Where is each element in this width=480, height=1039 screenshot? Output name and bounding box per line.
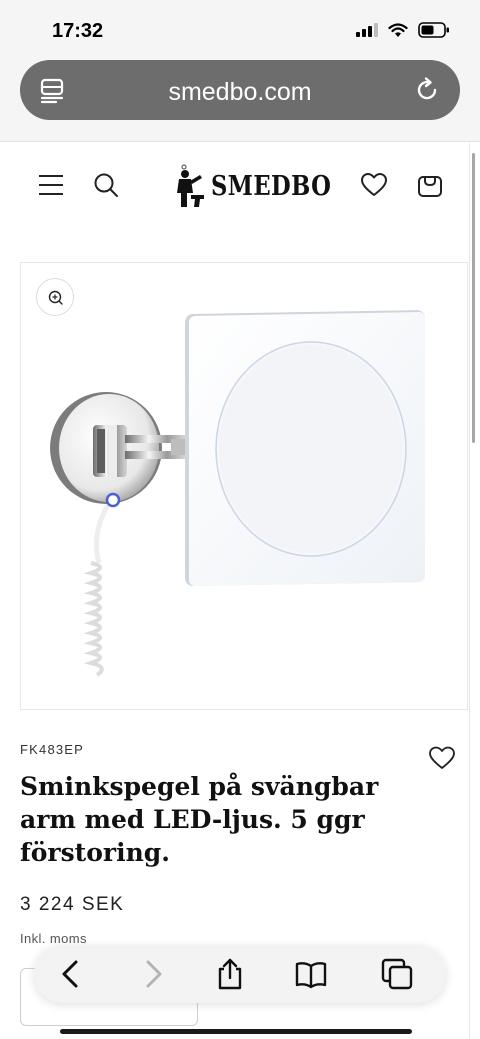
site-logo[interactable]: SMEDBO	[175, 163, 354, 209]
search-icon[interactable]	[92, 171, 120, 199]
tabs-icon[interactable]	[380, 957, 414, 991]
status-time: 17:32	[52, 20, 104, 42]
browser-top-bar: smedbo.com	[0, 56, 480, 142]
share-icon[interactable]	[213, 957, 247, 991]
book-icon[interactable]	[294, 957, 328, 991]
logo-text: SMEDBO	[211, 170, 332, 202]
home-indicator[interactable]	[60, 1029, 412, 1034]
web-page: SMEDBO FK483EP Sminkspegel på svängbar a…	[0, 143, 480, 1039]
vat-note: Inkl. moms	[20, 931, 87, 946]
signal-icon	[356, 23, 378, 37]
reload-icon[interactable]	[412, 75, 442, 105]
product-price: 3 224 SEK	[20, 894, 125, 915]
bag-icon[interactable]	[416, 171, 444, 199]
status-icons	[356, 22, 450, 38]
product-title-line: förstoring.	[20, 838, 170, 867]
wifi-icon	[388, 22, 408, 37]
heart-icon[interactable]	[428, 745, 456, 771]
product-title: Sminkspegel på svängbar arm med LED-ljus…	[20, 770, 380, 869]
chevron-left-icon[interactable]	[54, 957, 88, 991]
address-bar[interactable]: smedbo.com	[20, 60, 460, 120]
product-title-line: arm med LED-ljus. 5 ggr	[20, 805, 365, 834]
product-title-line: Sminkspegel på svängbar	[20, 772, 379, 801]
page-edge-line	[469, 143, 470, 1039]
url-text[interactable]: smedbo.com	[20, 78, 460, 107]
menu-icon[interactable]	[37, 171, 65, 199]
heart-icon[interactable]	[360, 171, 388, 199]
blacksmith-logo-icon	[177, 164, 204, 207]
site-header: SMEDBO	[0, 163, 480, 213]
chevron-right-icon[interactable]	[136, 957, 170, 991]
mirror-product-image	[50, 310, 425, 677]
battery-icon	[418, 22, 449, 38]
status-bar: 17:32	[0, 0, 480, 56]
browser-toolbar	[34, 945, 446, 1003]
product-sku: FK483EP	[20, 742, 85, 757]
product-image-frame[interactable]	[20, 262, 468, 710]
